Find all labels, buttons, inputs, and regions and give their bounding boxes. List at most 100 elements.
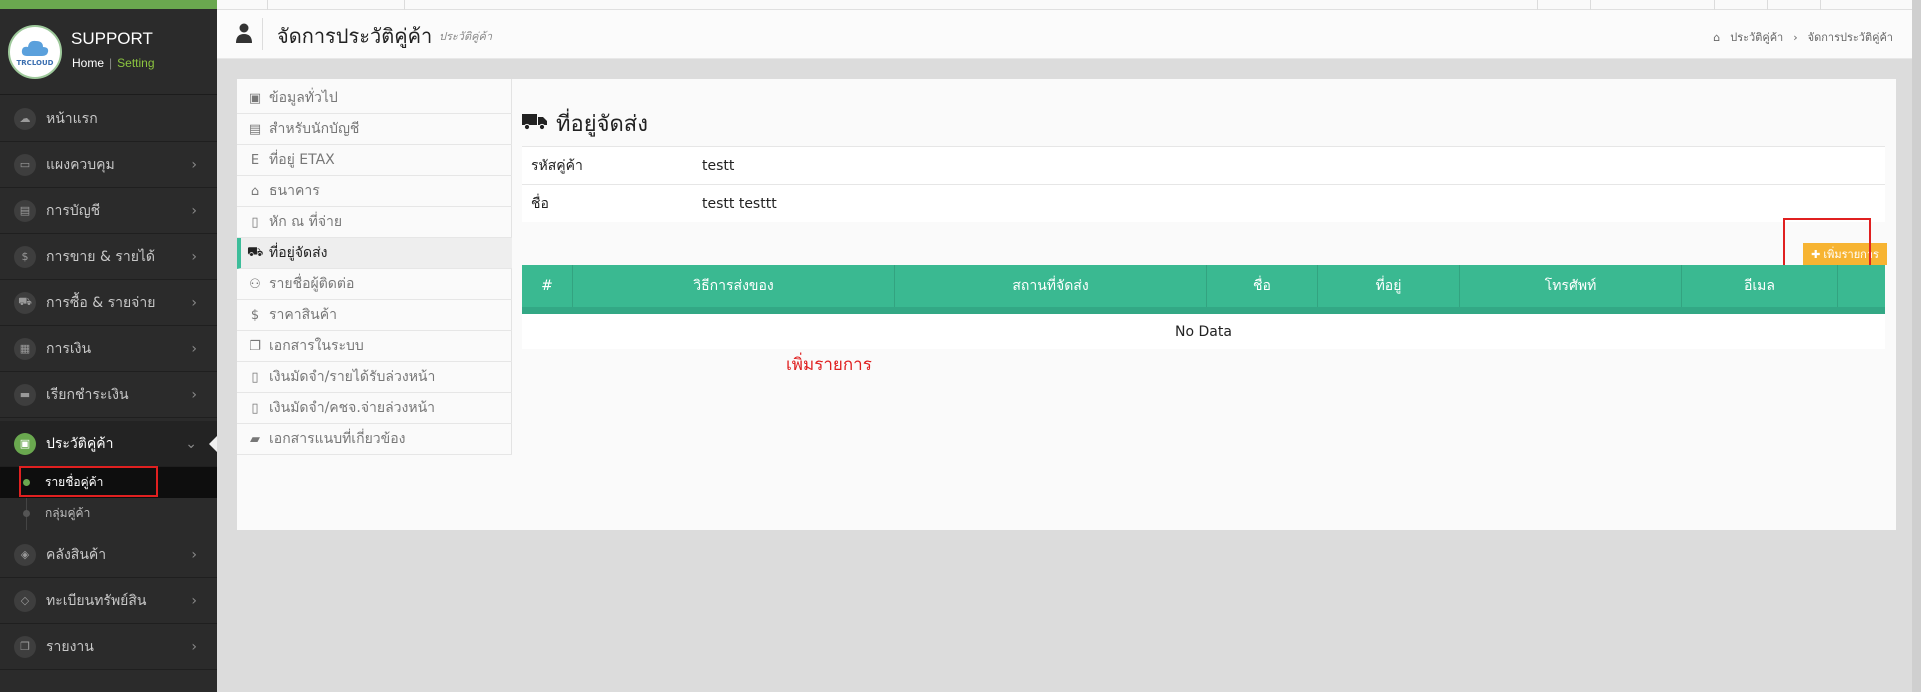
sidebar-item-contacts[interactable]: ▣ ประวัติคู่ค้า ⌄ bbox=[0, 421, 217, 467]
subnav-item-label: เงินมัดจำ/คชจ.จ่ายล่วงหน้า bbox=[269, 400, 436, 416]
sidebar-item-reports[interactable]: ❐ รายงาน › bbox=[0, 624, 217, 670]
subnav-item-deposit-received[interactable]: ▯ เงินมัดจำ/รายได้รับล่วงหน้า bbox=[237, 362, 512, 393]
subnav-item-general[interactable]: ▣ ข้อมูลทั่วไป bbox=[237, 83, 512, 114]
calendar-icon: ▦ bbox=[14, 337, 36, 360]
company-name: SUPPORT bbox=[71, 29, 153, 48]
subnav-item-prices[interactable]: $ ราคาสินค้า bbox=[237, 300, 512, 331]
annotation-label: เพิ่มรายการ bbox=[786, 355, 872, 375]
top-strip bbox=[217, 0, 1921, 10]
setting-link[interactable]: Setting bbox=[117, 56, 154, 70]
sidebar-item-assets[interactable]: ◇ ทะเบียนทรัพย์สิน › bbox=[0, 578, 217, 624]
sidebar-item-purchases[interactable]: ⛟ การซื้อ & รายจ่าย › bbox=[0, 280, 217, 326]
sidebar-item-label: การบัญชี bbox=[46, 202, 101, 219]
table-header-strip bbox=[522, 307, 1885, 314]
column-header-name[interactable]: ชื่อ bbox=[1207, 265, 1318, 307]
subnav-item-shipping-address[interactable]: ⛟ ที่อยู่จัดส่ง bbox=[237, 238, 512, 269]
sidebar-item-label: การเงิน bbox=[46, 340, 92, 357]
monitor-icon: ▭ bbox=[14, 153, 36, 176]
book-icon: ▤ bbox=[248, 121, 262, 137]
cart-icon: ⛟ bbox=[14, 291, 36, 314]
field-label: ชื่อ bbox=[531, 195, 549, 212]
bank-icon: ⌂ bbox=[250, 183, 260, 199]
file-icon: ▯ bbox=[251, 400, 259, 416]
column-header-shipping-location[interactable]: สถานที่จัดส่ง bbox=[895, 265, 1207, 307]
sidebar-item-label: ประวัติคู่ค้า bbox=[46, 435, 114, 452]
logo-text: TRCLOUD bbox=[16, 58, 54, 67]
window-right-edge bbox=[1912, 0, 1921, 692]
sidebar-item-label: รายงาน bbox=[46, 638, 94, 655]
truck-icon bbox=[522, 111, 548, 136]
sidebar-item-label: หน้าแรก bbox=[46, 110, 98, 127]
breadcrumb-item[interactable]: ประวัติคู่ค้า bbox=[1730, 28, 1783, 46]
cloud-logo-icon bbox=[21, 40, 49, 56]
subnav-item-withholding[interactable]: ▯ หัก ณ ที่จ่าย bbox=[237, 207, 512, 238]
sidebar-item-label: การซื้อ & รายจ่าย bbox=[46, 294, 156, 311]
sidebar-subitem-contact-groups[interactable]: กลุ่มคู่ค้า bbox=[0, 498, 217, 529]
contact-book-icon: ▣ bbox=[14, 432, 36, 455]
strip-separator bbox=[1714, 0, 1715, 10]
folder-icon: ▰ bbox=[250, 431, 260, 447]
sidebar-item-accounting[interactable]: ▤ การบัญชี › bbox=[0, 188, 217, 234]
sidebar-item-label: คลังสินค้า bbox=[46, 546, 107, 563]
sidebar-item-dashboard[interactable]: ▭ แผงควบคุม › bbox=[0, 142, 217, 188]
field-value: testt bbox=[702, 157, 735, 174]
column-header-index[interactable]: # bbox=[522, 265, 573, 307]
strip-separator bbox=[1767, 0, 1768, 10]
sidebar-item-label: แผงควบคุม bbox=[46, 156, 115, 173]
sidebar-item-home[interactable]: ☁ หน้าแรก bbox=[0, 96, 217, 142]
sidebar-item-billing[interactable]: ▬ เรียกชำระเงิน › bbox=[0, 372, 217, 418]
column-header-actions bbox=[1838, 265, 1885, 307]
home-icon[interactable]: ⌂ bbox=[1713, 31, 1720, 44]
chevron-right-icon: › bbox=[191, 249, 197, 265]
subnav-item-contacts[interactable]: ⚇ รายชื่อผู้ติดต่อ bbox=[237, 269, 512, 300]
column-header-phone[interactable]: โทรศัพท์ bbox=[1460, 265, 1682, 307]
column-header-address[interactable]: ที่อยู่ bbox=[1318, 265, 1460, 307]
field-label: รหัสคู่ค้า bbox=[531, 157, 583, 174]
subnav-item-attachments[interactable]: ▰ เอกสารแนบที่เกี่ยวข้อง bbox=[237, 424, 512, 455]
subnav-item-etax[interactable]: E ที่อยู่ ETAX bbox=[237, 145, 512, 176]
field-contact-code: รหัสคู่ค้า testt bbox=[522, 146, 1885, 184]
chevron-right-icon: › bbox=[191, 295, 197, 311]
chevron-right-icon: › bbox=[191, 341, 197, 357]
sidebar-item-label: การขาย & รายได้ bbox=[46, 248, 156, 265]
boxes-icon: ◈ bbox=[14, 543, 36, 566]
users-icon: ⚇ bbox=[249, 276, 261, 292]
table-empty-row: No Data bbox=[522, 314, 1885, 349]
sidebar-item-sales[interactable]: $ การขาย & รายได้ › bbox=[0, 234, 217, 280]
chevron-right-icon: › bbox=[191, 593, 197, 609]
dollar-icon: $ bbox=[250, 307, 260, 323]
subnav-item-label: รายชื่อผู้ติดต่อ bbox=[269, 276, 355, 292]
subnav-item-label: ราคาสินค้า bbox=[269, 307, 337, 323]
company-logo[interactable]: TRCLOUD bbox=[8, 25, 62, 79]
field-value: testt testtt bbox=[702, 195, 777, 212]
content-area: ที่อยู่จัดส่ง รหัสคู่ค้า testt ชื่อ test… bbox=[522, 79, 1896, 530]
section-title: ที่อยู่จัดส่ง bbox=[522, 106, 648, 141]
strip-separator bbox=[1820, 0, 1821, 10]
sidebar-item-inventory[interactable]: ◈ คลังสินค้า › bbox=[0, 532, 217, 578]
bullet-dot-icon bbox=[23, 510, 30, 517]
column-header-shipping-method[interactable]: วิธีการส่งของ bbox=[573, 265, 895, 307]
page-subtitle: ประวัติคู่ค้า bbox=[439, 30, 493, 43]
user-icon bbox=[236, 23, 252, 43]
subnav-item-documents[interactable]: ❐ เอกสารในระบบ bbox=[237, 331, 512, 362]
brand-link-separator: | bbox=[109, 56, 113, 70]
header-divider bbox=[262, 18, 263, 50]
field-name: ชื่อ testt testtt bbox=[522, 184, 1885, 222]
file-icon: ▯ bbox=[251, 369, 259, 385]
sidebar-item-finance[interactable]: ▦ การเงิน › bbox=[0, 326, 217, 372]
section-title-text: ที่อยู่จัดส่ง bbox=[556, 112, 648, 137]
subnav-item-accountant[interactable]: ▤ สำหรับนักบัญชี bbox=[237, 114, 512, 145]
breadcrumb-separator: › bbox=[1793, 30, 1798, 44]
subnav-item-label: เงินมัดจำ/รายได้รับล่วงหน้า bbox=[269, 369, 436, 385]
book-icon: ▤ bbox=[14, 199, 36, 222]
etax-e-icon: E bbox=[250, 152, 260, 168]
page-title: จัดการประวัติคู่ค้า bbox=[277, 24, 433, 48]
chevron-down-icon: ⌄ bbox=[185, 436, 197, 452]
subnav-item-bank[interactable]: ⌂ ธนาคาร bbox=[237, 176, 512, 207]
column-header-email[interactable]: อีเมล bbox=[1682, 265, 1838, 307]
chevron-right-icon: › bbox=[191, 387, 197, 403]
contact-card-icon: ▣ bbox=[248, 90, 262, 106]
subnav-item-deposit-paid[interactable]: ▯ เงินมัดจำ/คชจ.จ่ายล่วงหน้า bbox=[237, 393, 512, 424]
home-link[interactable]: Home bbox=[72, 56, 104, 70]
subnav-item-label: ที่อยู่จัดส่ง bbox=[269, 245, 328, 261]
